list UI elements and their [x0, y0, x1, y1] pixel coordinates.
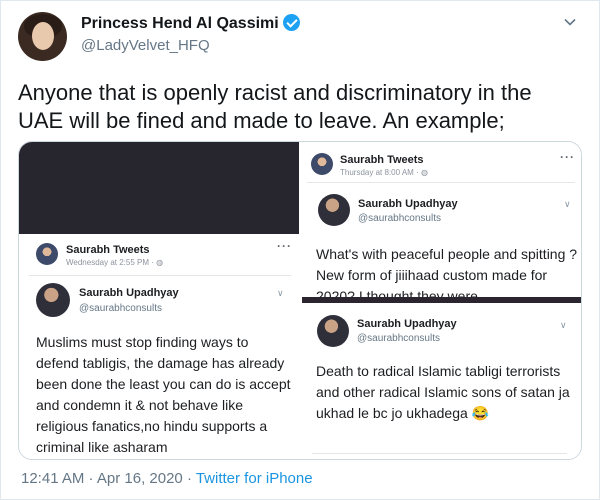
globe-icon: ◍ [156, 258, 164, 267]
dark-header-area [19, 142, 299, 234]
divider [312, 453, 567, 454]
media-image-left[interactable]: Saurabh Tweets Wednesday at 2:55 PM · ◍ … [19, 142, 299, 459]
screenshot-tweet-text: Muslims must stop finding ways to defend… [36, 334, 291, 455]
ellipsis-icon: ··· [560, 150, 575, 164]
user-handle: @saurabhconsults [358, 213, 441, 224]
page-avatar [36, 243, 58, 265]
media-image-bottom-right[interactable]: Saurabh Upadhyay @saurabhconsults ∨ Deat… [302, 303, 581, 459]
ellipsis-icon: ··· [277, 239, 292, 253]
author-name[interactable]: Princess Hend Al Qassimi [81, 15, 279, 32]
screenshot-tweet-text: Death to radical Islamic tabligi terrori… [316, 363, 570, 421]
page-meta-text: Wednesday at 2:55 PM · [66, 258, 157, 267]
divider [29, 275, 291, 276]
user-avatar [318, 194, 350, 226]
author-name-row[interactable]: Princess Hend Al Qassimi [81, 14, 300, 33]
tweet-timestamp[interactable]: 12:41 AM · Apr 16, 2020 · Twitter for iP… [21, 470, 313, 487]
source-link[interactable]: Twitter for iPhone [196, 470, 313, 487]
tweet-text: Anyone that is openly racist and discrim… [18, 80, 532, 133]
chevron-down-icon[interactable] [563, 15, 577, 29]
divider [307, 182, 575, 183]
timestamp-text[interactable]: 12:41 AM · Apr 16, 2020 · [21, 470, 196, 487]
globe-icon: ◍ [420, 168, 428, 177]
screenshot-text-clip: What's with peaceful people and spitting… [302, 242, 581, 297]
user-avatar [317, 315, 349, 347]
page-name: Saurabh Tweets [340, 154, 424, 166]
user-name: Saurabh Upadhyay [357, 318, 457, 330]
media-grid[interactable]: Saurabh Tweets Wednesday at 2:55 PM · ◍ … [18, 141, 582, 460]
page-meta: Wednesday at 2:55 PM · ◍ [66, 258, 163, 267]
verified-badge-icon [282, 14, 300, 31]
page-meta: Thursday at 8:00 AM · ◍ [340, 168, 428, 177]
author-handle[interactable]: @LadyVelvet_HFQ [81, 37, 210, 54]
page-meta-text: Thursday at 8:00 AM · [340, 168, 421, 177]
tweet-card: Princess Hend Al Qassimi @LadyVelvet_HFQ… [0, 0, 600, 500]
chevron-down-icon: ∨ [560, 320, 567, 330]
user-handle: @saurabhconsults [357, 333, 440, 344]
chevron-down-icon: ∨ [564, 199, 571, 209]
user-name: Saurabh Upadhyay [79, 287, 179, 299]
user-avatar [36, 283, 70, 317]
user-name: Saurabh Upadhyay [358, 198, 458, 210]
chevron-down-icon: ∨ [277, 288, 284, 298]
screenshot-tweet-text: What's with peaceful people and spitting… [316, 246, 578, 297]
user-handle: @saurabhconsults [79, 303, 162, 314]
page-avatar [311, 153, 333, 175]
page-name: Saurabh Tweets [66, 244, 150, 256]
author-avatar[interactable] [18, 12, 67, 61]
